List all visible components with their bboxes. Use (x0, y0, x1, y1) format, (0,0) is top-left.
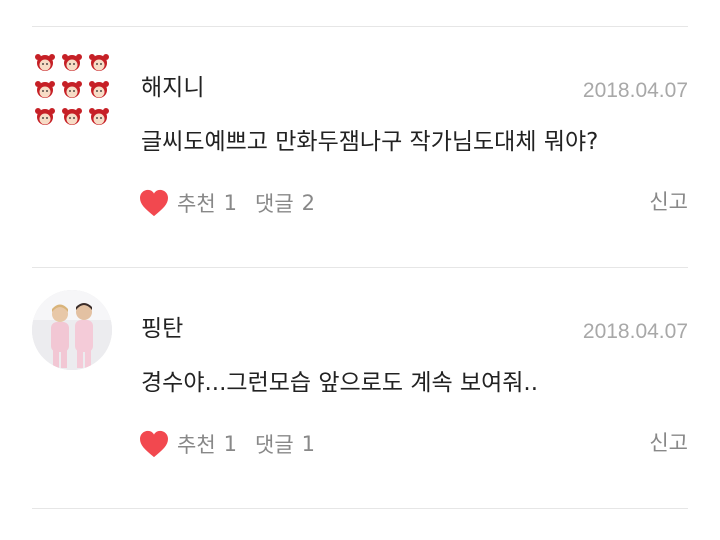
comment-actions: 추천 1 댓글 1 (139, 427, 315, 461)
divider (32, 508, 688, 509)
like-count: 1 (223, 191, 238, 215)
comment-list: 해지니 2018.04.07 글씨도예쁘고 만화두잼나구 작가님도대체 뭐야? … (0, 0, 720, 540)
like-button[interactable]: 추천 1 (177, 188, 237, 218)
comment-text: 경수야...그런모습 앞으로도 계속 보여줘.. (141, 370, 539, 396)
avatar[interactable] (32, 290, 112, 370)
comment-text: 글씨도예쁘고 만화두잼나구 작가님도대체 뭐야? (141, 129, 599, 155)
reply-count: 1 (301, 432, 316, 456)
heart-icon[interactable] (139, 189, 169, 217)
comment-date: 2018.04.07 (582, 320, 688, 343)
reply-count: 2 (301, 191, 316, 215)
like-label: 추천 (177, 192, 216, 216)
avatar[interactable] (32, 50, 112, 130)
comment-author[interactable]: 핑탄 (141, 318, 183, 341)
report-button[interactable]: 신고 (649, 192, 688, 213)
cartoon-grid-avatar-icon (35, 54, 109, 125)
comment-author[interactable]: 해지니 (141, 77, 204, 100)
comment-actions: 추천 1 댓글 2 (139, 186, 315, 220)
like-button[interactable]: 추천 1 (177, 429, 237, 459)
photo-avatar-icon (32, 290, 112, 370)
reply-button[interactable]: 댓글 2 (255, 188, 315, 218)
comment-date: 2018.04.07 (582, 79, 688, 102)
report-button[interactable]: 신고 (649, 433, 688, 454)
like-label: 추천 (177, 433, 216, 457)
reply-label: 댓글 (255, 433, 294, 457)
heart-icon[interactable] (139, 430, 169, 458)
reply-label: 댓글 (255, 192, 294, 216)
like-count: 1 (223, 432, 238, 456)
comment-item: 핑탄 2018.04.07 경수야...그런모습 앞으로도 계속 보여줘.. 추… (0, 241, 720, 481)
comment-item: 해지니 2018.04.07 글씨도예쁘고 만화두잼나구 작가님도대체 뭐야? … (0, 0, 720, 240)
reply-button[interactable]: 댓글 1 (255, 429, 315, 459)
